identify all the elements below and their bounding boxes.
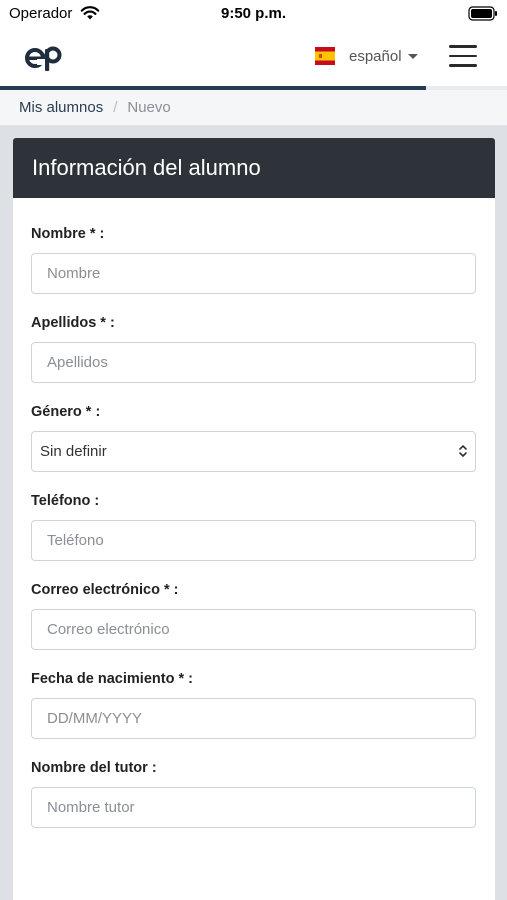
genero-selected-value: Sin definir [31, 431, 476, 472]
correo-input[interactable] [31, 609, 476, 650]
menu-button[interactable] [449, 45, 477, 67]
correo-label: Correo electrónico * : [31, 582, 179, 598]
card-title: Información del alumno [13, 138, 495, 198]
status-bar: Operador 9:50 p.m. [0, 0, 507, 30]
top-navbar [0, 30, 507, 88]
hamburger-line [449, 64, 477, 67]
language-selector[interactable]: español [315, 45, 418, 67]
caret-down-icon [407, 53, 418, 59]
nombre-tutor-label: Nombre del tutor : [31, 760, 157, 776]
chevron-up-down-icon [459, 445, 467, 457]
field-telefono: Teléfono : [31, 493, 477, 561]
field-nombre-tutor: Nombre del tutor : [31, 760, 477, 828]
breadcrumb-separator: / [113, 99, 118, 116]
student-info-card: Información del alumno Nombre * : Apelli… [13, 138, 495, 900]
nombre-label: Nombre * : [31, 226, 105, 242]
field-apellidos: Apellidos * : [31, 315, 477, 383]
telefono-label: Teléfono : [31, 493, 100, 509]
student-form: Nombre * : Apellidos * : Género * : Sin … [13, 198, 495, 828]
fecha-nacimiento-input[interactable] [31, 698, 476, 739]
field-nombre: Nombre * : [31, 226, 477, 294]
ep-logo[interactable] [24, 40, 64, 72]
genero-select[interactable]: Sin definir [31, 431, 476, 472]
apellidos-input[interactable] [31, 342, 476, 383]
spain-flag-icon [315, 47, 335, 65]
genero-label: Género * : [31, 404, 101, 420]
hamburger-line [449, 45, 477, 48]
breadcrumb: Mis alumnos / Nuevo [0, 90, 507, 126]
battery-icon [468, 6, 497, 21]
breadcrumb-mis-alumnos[interactable]: Mis alumnos [19, 99, 103, 116]
telefono-input[interactable] [31, 520, 476, 561]
breadcrumb-nuevo: Nuevo [127, 99, 171, 116]
fecha-nacimiento-label: Fecha de nacimiento * : [31, 671, 193, 687]
clock: 9:50 p.m. [220, 5, 287, 22]
nombre-tutor-input[interactable] [31, 787, 476, 828]
hamburger-line [449, 54, 477, 57]
field-genero: Género * : Sin definir [31, 404, 477, 472]
field-fecha-nacimiento: Fecha de nacimiento * : [31, 671, 477, 739]
language-label: español [349, 47, 402, 65]
nombre-input[interactable] [31, 253, 476, 294]
field-correo: Correo electrónico * : [31, 582, 477, 650]
apellidos-label: Apellidos * : [31, 315, 115, 331]
